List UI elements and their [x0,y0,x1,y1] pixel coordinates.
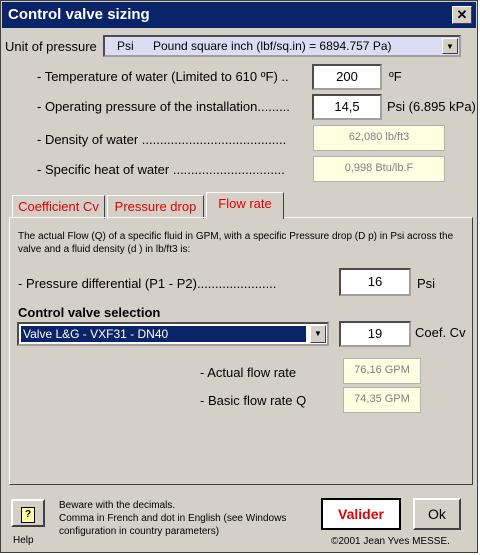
help-button[interactable]: ? [11,499,45,527]
window-title: Control valve sizing [8,6,150,23]
close-button[interactable]: ✕ [452,6,472,24]
help-icon: ? [21,507,35,523]
unit-of-pressure-label: Unit of pressure [5,39,97,54]
cv-unit: Coef. Cv [415,325,466,340]
temperature-input[interactable]: 200 [312,64,382,90]
temperature-label: - Temperature of water (Limited to 610 º… [37,69,289,84]
pressure-differential-input[interactable]: 16 [339,268,411,296]
title-bar: Control valve sizing ✕ [2,2,476,28]
pressure-unit: Psi (6.895 kPa) [387,99,476,114]
density-label: - Density of water .....................… [37,132,287,147]
actual-flow-label: - Actual flow rate [200,365,297,380]
specific-heat-value: 0,998 Btu/lb.F [313,156,445,182]
valve-selected: Valve L&G - VXF31 - DN40 [21,326,306,342]
temperature-unit: ºF [389,69,402,84]
chevron-down-icon[interactable]: ▼ [442,38,458,54]
pressure-differential-label: - Pressure differential (P1 - P2).......… [18,276,277,291]
unit-code: Psi [117,39,134,53]
unit-description: Pound square inch (lbf/sq.in) = 6894.757… [153,39,392,53]
note-line-2: Comma in French and dot in English (see … [59,513,287,524]
tab-pressure-drop[interactable]: Pressure drop [107,195,204,219]
actual-flow-value: 76,16 GPM [343,358,421,384]
flow-rate-panel: The actual Flow (Q) of a specific fluid … [9,217,473,485]
tab-coefficient-cv[interactable]: Coefficient Cv [12,195,105,219]
note-line-3: configuration in country parameters) [59,526,220,537]
validate-button[interactable]: Valider [321,498,401,530]
basic-flow-value: 74,35 GPM [343,387,421,413]
pressure-input[interactable]: 14,5 [312,94,382,120]
pressure-differential-unit: Psi [417,276,436,291]
tab-flow-rate[interactable]: Flow rate [206,192,284,219]
copyright: ©2001 Jean Yves MESSE. [331,536,450,547]
specific-heat-label: - Specific heat of water ...............… [37,162,285,177]
density-value: 62,080 lb/ft3 [313,125,445,151]
dialog-window: Control valve sizing ✕ Unit of pressure … [0,0,478,553]
chevron-down-icon[interactable]: ▼ [310,325,326,343]
unit-of-pressure-select[interactable]: Psi Pound square inch (lbf/sq.in) = 6894… [103,35,461,57]
valve-select[interactable]: Valve L&G - VXF31 - DN40 ▼ [17,322,329,346]
ok-button[interactable]: Ok [413,498,461,530]
cv-input[interactable]: 19 [339,321,411,347]
pressure-label: - Operating pressure of the installation… [37,99,290,114]
help-label: Help [13,535,34,546]
flow-description: The actual Flow (Q) of a specific fluid … [18,231,454,255]
note-line-1: Beware with the decimals. [59,500,176,511]
valve-section-title: Control valve selection [18,305,161,320]
basic-flow-label: - Basic flow rate Q [200,393,307,408]
